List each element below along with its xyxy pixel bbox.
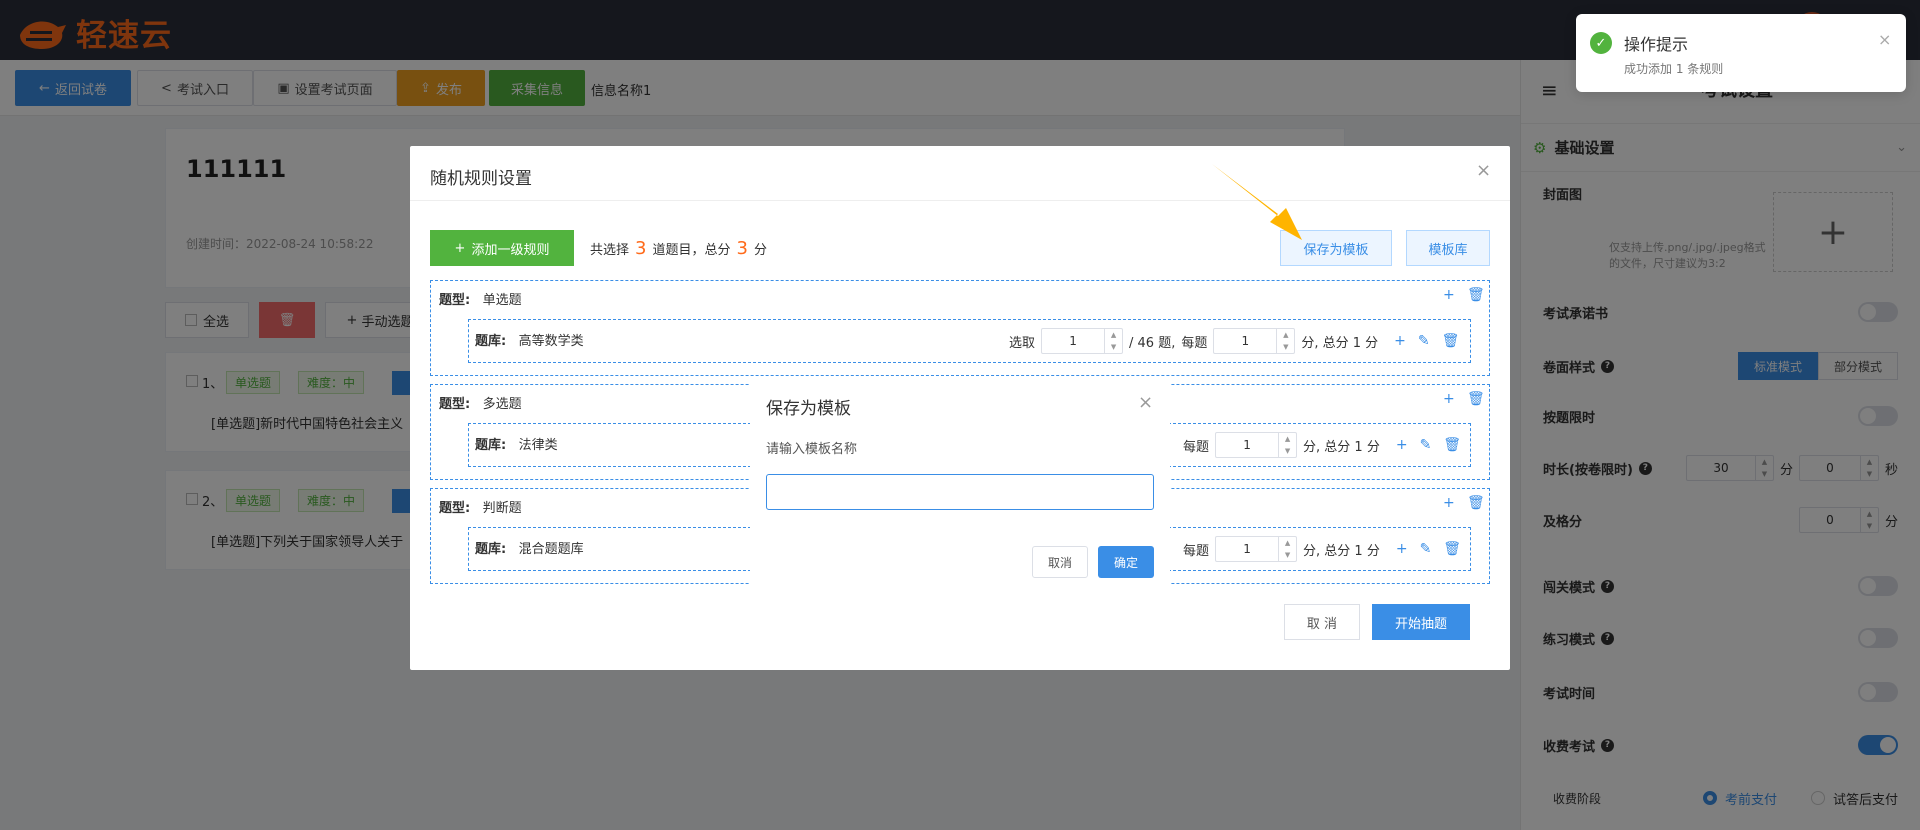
per-label: 每题 [1183, 543, 1210, 559]
summary-mid: 道题目，总分 [652, 243, 731, 258]
score-text: 分, 总分 1 分 [1303, 439, 1380, 455]
rule-block: 题型: 单选题 + 🗑 题库: 高等数学类 选取 1 ▲ ▼ / 46 题, 每题 … [430, 280, 1490, 376]
per-score-value: 1 [1243, 542, 1251, 556]
close-icon[interactable]: × [1476, 160, 1491, 181]
per-label: 每题 [1181, 335, 1208, 351]
per-score-value: 1 [1243, 438, 1251, 452]
template-name-prompt: 请输入模板名称 [766, 442, 858, 457]
per-score-value: 1 [1241, 334, 1250, 348]
toast-title: 操作提示 [1624, 35, 1689, 54]
rule-type: 单选题 [482, 293, 522, 308]
start-draw-button[interactable]: 开始抽题 [1372, 604, 1470, 640]
per-score-input[interactable]: 1 ▲ ▼ [1215, 432, 1298, 458]
rule-bank: 法律类 [518, 438, 558, 453]
bank-label: 题库: [475, 334, 507, 349]
trash-icon[interactable]: 🗑 [1442, 333, 1460, 349]
edit-icon[interactable]: ✎ [1420, 437, 1432, 453]
cancel-button[interactable]: 取 消 [1284, 604, 1360, 640]
close-icon[interactable]: × [1878, 30, 1891, 49]
add-icon[interactable]: + [1443, 495, 1455, 511]
per-score-input[interactable]: 1 ▲ ▼ [1215, 536, 1298, 562]
stepper-arrows[interactable]: ▲▼ [1276, 329, 1294, 353]
per-label: 每题 [1183, 439, 1210, 455]
bank-subrule: 题库: 高等数学类 选取 1 ▲ ▼ / 46 题, 每题 1 ▲ ▼ 分, 总分 1 … [468, 319, 1471, 363]
selection-summary: 共选择 3 道题目，总分 3 分 [590, 238, 767, 259]
select-label: 选取 [1009, 335, 1036, 351]
divider [410, 200, 1510, 201]
toast-message: 成功添加 1 条规则 [1624, 62, 1724, 76]
type-label: 题型: [439, 293, 471, 308]
score-text: 分, 总分 1 分 [1303, 543, 1380, 559]
rule-bank: 混合题题库 [518, 542, 584, 557]
bank-controls: 每题 1 ▲ ▼ 分, 总分 1 分 + ✎ 🗑 [1183, 432, 1461, 458]
toast-notification: ✓ 操作提示 成功添加 1 条规则 × [1576, 14, 1906, 92]
modal-confirm-button[interactable]: 确定 [1098, 546, 1154, 578]
trash-icon[interactable]: 🗑 [1443, 437, 1461, 453]
edit-icon[interactable]: ✎ [1418, 333, 1430, 349]
total-count: / 46 题, [1129, 335, 1176, 351]
stepper-arrows[interactable]: ▲▼ [1278, 433, 1296, 457]
add-first-level-rule-button[interactable]: + 添加一级规则 [430, 230, 574, 266]
dialog-title: 随机规则设置 [430, 169, 532, 189]
stepper-arrows[interactable]: ▲▼ [1278, 537, 1296, 561]
add-icon[interactable]: + [1443, 287, 1455, 303]
plus-icon: + [454, 240, 466, 256]
add-icon[interactable]: + [1396, 541, 1408, 557]
close-icon[interactable]: × [1138, 392, 1153, 413]
rule-type: 判断题 [482, 501, 522, 516]
trash-icon[interactable]: 🗑 [1443, 541, 1461, 557]
template-name-input[interactable] [766, 474, 1154, 510]
edit-icon[interactable]: ✎ [1420, 541, 1432, 557]
select-count-input[interactable]: 1 ▲ ▼ [1041, 328, 1124, 354]
bank-label: 题库: [475, 438, 507, 453]
add-icon[interactable]: + [1394, 333, 1406, 349]
template-library-button[interactable]: 模板库 [1406, 230, 1490, 266]
modal-cancel-button[interactable]: 取消 [1032, 546, 1088, 578]
type-label: 题型: [439, 501, 471, 516]
stepper-arrows[interactable]: ▲▼ [1104, 329, 1122, 353]
summary-suffix: 分 [753, 243, 767, 258]
rule-bank: 高等数学类 [518, 334, 584, 349]
pointer-arrow-icon [1212, 164, 1302, 240]
score-text: 分, 总分 1 分 [1301, 335, 1379, 351]
add-icon[interactable]: + [1396, 437, 1408, 453]
trash-icon[interactable]: 🗑 [1467, 287, 1485, 303]
add-icon[interactable]: + [1443, 391, 1455, 407]
success-check-icon: ✓ [1590, 32, 1612, 54]
bank-label: 题库: [475, 542, 507, 557]
trash-icon[interactable]: 🗑 [1467, 391, 1485, 407]
modal-title: 保存为模板 [766, 399, 851, 419]
bank-controls: 选取 1 ▲ ▼ / 46 题, 每题 1 ▲ ▼ 分, 总分 1 分 + ✎ 🗑 [1009, 328, 1459, 354]
save-template-modal: 保存为模板 × 请输入模板名称 取消 确定 [750, 382, 1170, 588]
trash-icon[interactable]: 🗑 [1467, 495, 1485, 511]
summary-score: 3 [736, 238, 748, 259]
add-rule-label: 添加一级规则 [471, 242, 550, 258]
type-label: 题型: [439, 397, 471, 412]
select-count-value: 1 [1069, 334, 1077, 348]
rule-type: 多选题 [482, 397, 522, 412]
per-score-input[interactable]: 1 ▲ ▼ [1213, 328, 1296, 354]
summary-prefix: 共选择 [590, 243, 630, 258]
summary-count: 3 [635, 238, 647, 259]
bank-controls: 每题 1 ▲ ▼ 分, 总分 1 分 + ✎ 🗑 [1183, 536, 1461, 562]
